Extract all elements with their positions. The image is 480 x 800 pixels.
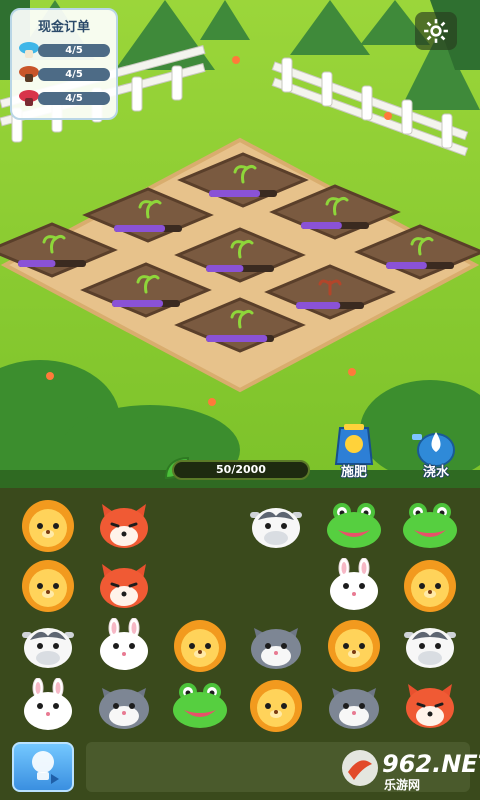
fox-tile[interactable] [92,498,156,554]
settings-button[interactable] [415,12,457,50]
frog-tile[interactable] [168,678,232,734]
rabbit-tile[interactable] [16,678,80,734]
growth-bar-fill [386,262,427,269]
fertilize-label: 施肥 [340,465,367,480]
cow-face-icon [22,628,74,668]
cat-tile[interactable] [244,618,308,674]
watermark-subtext: 乐游网 [384,778,421,792]
frog-tile[interactable] [322,498,386,554]
plot-3[interactable] [269,184,401,240]
cow-tile[interactable] [16,618,80,674]
fox-face-icon [406,684,454,728]
cat-tile[interactable] [322,678,386,734]
gear-icon [424,19,448,43]
experience-bar: 50/2000 [172,460,310,480]
growth-bar-fill [209,190,260,197]
plot-9[interactable] [174,297,306,353]
blue-mushroom-icon [19,42,39,58]
rabbit-face-icon [100,618,148,670]
fox-tile[interactable] [398,678,462,734]
growth-bar-fill [206,335,268,342]
cat-tile[interactable] [92,678,156,734]
plot-7[interactable] [80,262,212,318]
water-label: 浇水 [422,465,449,480]
frog-face-icon [173,683,227,728]
frog-face-icon [403,503,457,548]
water-button[interactable]: 浇水 [408,422,464,480]
fox-face-icon [100,504,148,548]
lion-face-icon [328,620,380,672]
fox-face-icon [100,564,148,608]
rabbit-face-icon [24,678,72,730]
orange-mushroom-icon [19,66,39,82]
cash-orders-title: 现金订单 [37,20,90,35]
plot-6[interactable] [354,224,480,280]
order-progress-text: 4/5 [65,69,83,80]
growth-bar-fill [301,222,342,229]
watermark-logo: 962.NET 乐游网 [340,748,480,794]
order-row[interactable]: 4/5 [18,41,110,59]
plot-8[interactable] [264,264,396,320]
fox-tile[interactable] [92,558,156,614]
lion-face-icon [22,500,74,552]
lion-tile[interactable] [244,678,308,734]
cow-tile[interactable] [244,498,308,554]
lion-tile[interactable] [16,558,80,614]
watermark-text: 962.NET [382,750,480,778]
growth-bar-fill [112,300,163,307]
lion-tile[interactable] [398,558,462,614]
order-row[interactable]: 4/5 [18,89,110,107]
soil-plot [0,222,118,278]
hint-button[interactable] [12,742,74,792]
cat-face-icon [99,688,149,729]
fertilize-button[interactable]: 施肥 [326,422,382,480]
cash-orders-panel[interactable]: 现金订单 4/5 4/5 4/5 [10,8,118,120]
order-row[interactable]: 4/5 [18,65,110,83]
lion-tile[interactable] [16,498,80,554]
cow-face-icon [404,628,456,668]
frog-face-icon [327,503,381,548]
growth-bar-fill [206,265,244,272]
lion-tile[interactable] [322,618,386,674]
lightbulb-icon [32,751,59,784]
growth-bar-fill [296,302,341,309]
frog-tile[interactable] [398,498,462,554]
plot-2[interactable] [82,187,214,243]
cat-face-icon [251,628,301,669]
order-progress-text: 4/5 [65,45,83,56]
plot-4[interactable] [0,222,118,278]
lion-face-icon [22,560,74,612]
rabbit-tile[interactable] [92,618,156,674]
plot-1[interactable] [177,152,309,208]
rabbit-tile[interactable] [322,558,386,614]
cat-face-icon [329,688,379,729]
growth-bar-fill [114,225,165,232]
plot-5[interactable] [174,227,306,283]
red-mushroom-icon [19,90,39,106]
lion-tile[interactable] [168,618,232,674]
cow-tile[interactable] [398,618,462,674]
order-progress-text: 4/5 [65,93,83,104]
rabbit-face-icon [330,558,378,610]
growth-bar-fill [18,260,56,267]
order-progress-bar: 4/5 [38,92,110,105]
experience-text: 50/2000 [216,463,266,476]
order-progress-bar: 4/5 [38,44,110,57]
lion-face-icon [250,680,302,732]
order-progress-bar: 4/5 [38,68,110,81]
watermark-emblem-icon [342,750,378,786]
lion-face-icon [404,560,456,612]
lion-face-icon [174,620,226,672]
cow-face-icon [250,508,302,548]
